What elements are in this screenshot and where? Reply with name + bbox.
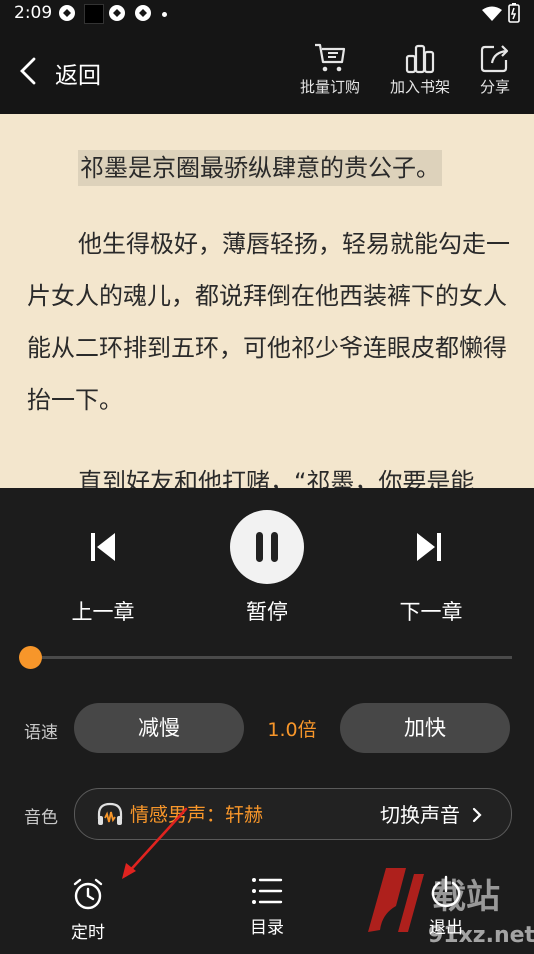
voice-label: 音色 [24, 808, 58, 828]
prev-chapter-button[interactable] [88, 530, 118, 568]
paragraph: 他生得极好，薄唇轻扬，轻易就能勾走一片女人的魂儿，都说拜倒在他西装裤下的女人能从… [27, 230, 510, 414]
timer-label[interactable]: 定时 [48, 918, 128, 943]
share-icon [480, 45, 509, 73]
battery-icon [508, 3, 520, 27]
status-time: 2:09 [14, 3, 53, 23]
share-label: 分享 [479, 78, 510, 96]
more-notifications-dot [162, 12, 167, 17]
app-notification-icon [84, 4, 104, 24]
back-button[interactable] [18, 56, 40, 90]
switch-voice-label: 切换声音 [380, 803, 460, 827]
faster-button[interactable]: 加快 [340, 703, 510, 753]
watermark-text: 91xz.net [428, 923, 534, 948]
skip-next-icon [417, 533, 441, 561]
back-label[interactable]: 返回 [55, 56, 101, 90]
toc-label[interactable]: 目录 [227, 913, 307, 938]
pause-icon [256, 532, 278, 562]
app-notification-icon [108, 4, 126, 22]
annotation-arrow [110, 805, 190, 889]
cart-icon [315, 43, 346, 72]
progress-track[interactable] [30, 656, 512, 659]
timer-button[interactable] [70, 876, 106, 916]
wifi-icon [482, 6, 502, 26]
add-to-shelf-label: 加入书架 [389, 78, 450, 96]
add-to-shelf-button[interactable]: 加入书架 [380, 42, 460, 97]
app-notification-icon [58, 4, 76, 22]
skip-previous-icon [91, 533, 115, 561]
prev-chapter-label[interactable]: 上一章 [43, 596, 163, 626]
alarm-clock-icon [73, 878, 103, 910]
next-chapter-label[interactable]: 下一章 [371, 596, 491, 626]
slower-button[interactable]: 减慢 [74, 703, 244, 753]
watermark-logo: 载站 91xz.net [362, 860, 534, 954]
batch-purchase-label: 批量订购 [299, 78, 360, 96]
watermark-big-text: 载站 [432, 877, 500, 917]
next-chapter-button[interactable] [414, 530, 444, 568]
toc-button[interactable] [249, 874, 285, 912]
share-button[interactable]: 分享 [455, 42, 534, 97]
batch-purchase-button[interactable]: 批量订购 [290, 42, 370, 97]
pause-label[interactable]: 暂停 [207, 596, 327, 626]
highlighted-paragraph: 祁墨是京圈最骄纵肆意的贵公子。 [78, 150, 442, 186]
reading-area[interactable]: 祁墨是京圈最骄纵肆意的贵公子。 他生得极好，薄唇轻扬，轻易就能勾走一片女人的魂儿… [0, 114, 534, 488]
switch-voice-button[interactable]: 切换声音 [380, 799, 484, 828]
chevron-left-icon [20, 57, 36, 85]
bookshelf-icon [405, 44, 435, 74]
app-notification-icon [134, 4, 152, 22]
list-icon [252, 878, 283, 904]
chevron-right-icon [473, 807, 482, 823]
speed-value: 1.0倍 [267, 719, 317, 741]
speed-label: 语速 [24, 723, 58, 743]
paragraph: 直到好友和他打赌，“祁墨，你要是能 [78, 468, 475, 488]
pause-button[interactable] [230, 510, 304, 584]
progress-knob[interactable] [18, 646, 42, 669]
